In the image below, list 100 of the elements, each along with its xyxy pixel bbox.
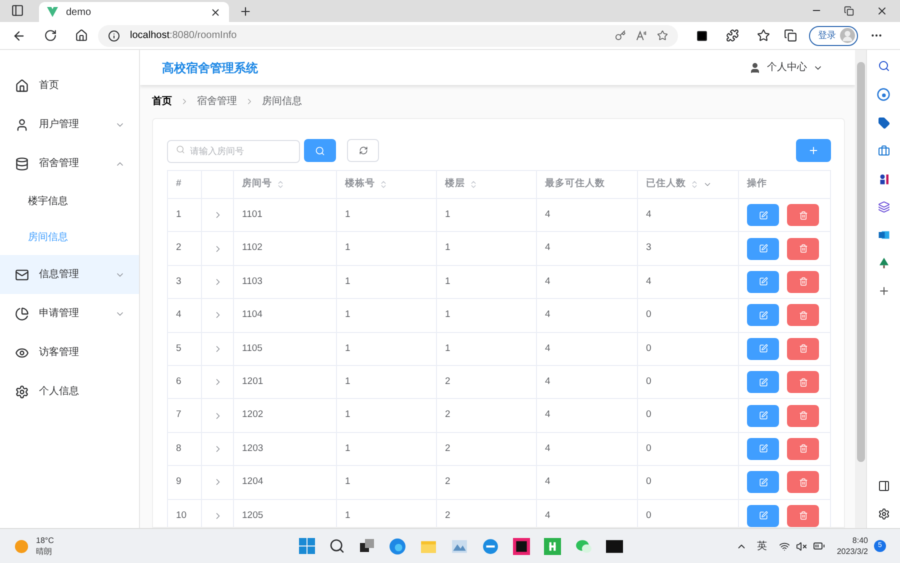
sidebar-item[interactable]: 个人信息 [0,372,139,411]
home-icon[interactable] [75,29,88,42]
reload-icon[interactable] [44,29,57,42]
reset-button[interactable] [347,139,379,162]
sidebar-item[interactable]: 用户管理 [0,105,139,144]
close-window-icon[interactable] [876,5,888,17]
search-field[interactable]: 请输入房间号 [167,140,300,163]
search-icon[interactable] [329,538,345,554]
sort-icon[interactable] [690,180,699,189]
sort-icon[interactable] [379,180,388,189]
extension-icon[interactable] [696,30,708,42]
edit-button[interactable] [747,304,779,326]
breadcrumb-item[interactable]: 首页 [152,94,172,109]
search-button[interactable] [304,139,336,162]
delete-button[interactable] [787,471,819,494]
settings-icon[interactable] [878,508,890,520]
favorites-icon[interactable] [757,29,770,42]
clock-time[interactable]: 8:40 [852,535,868,546]
breadcrumb-item[interactable]: 宿舍管理 [197,94,237,109]
sidebar-item[interactable]: 首页 [0,66,139,105]
sidebar-item[interactable]: 宿舍管理 [0,144,139,183]
search-icon[interactable] [878,60,890,72]
favorite-icon[interactable] [657,30,668,41]
search-icon [315,146,325,156]
start-icon[interactable] [299,538,315,554]
edit-button[interactable] [747,438,779,460]
chat-app-icon[interactable] [575,538,592,554]
delete-button[interactable] [787,238,819,260]
sidebar-item[interactable]: 信息管理 [0,255,139,294]
ie-app-icon[interactable] [482,538,499,554]
edit-button[interactable] [747,371,779,394]
delete-button[interactable] [787,371,819,394]
tree-icon[interactable] [878,257,890,269]
delete-button[interactable] [787,438,819,460]
sort-icon[interactable] [276,180,285,189]
sidebar-item[interactable]: 申请管理 [0,294,139,333]
breadcrumb-item[interactable]: 房间信息 [262,94,302,109]
layers-icon[interactable] [878,201,890,213]
login-button[interactable]: 登录 [809,26,858,46]
sidebar-toggle-icon[interactable] [11,4,24,17]
table-cell: 1 [445,308,450,322]
table-cell: 1104 [242,308,262,322]
edit-button[interactable] [747,204,779,226]
sidebar-item[interactable]: 访客管理 [0,333,139,372]
scrollbar[interactable] [855,50,866,528]
column-header: 楼层 [445,177,465,192]
puzzle-icon[interactable] [726,29,739,42]
edit-button[interactable] [747,404,779,427]
chess-icon[interactable] [878,173,890,185]
delete-button[interactable] [787,338,819,360]
edit-button[interactable] [747,471,779,494]
tag-icon[interactable] [878,117,890,129]
delete-button[interactable] [787,270,819,293]
read-aloud-icon[interactable] [636,30,647,41]
table-cell-text: 2 [445,442,450,456]
clock-date[interactable]: 2023/3/2 [836,546,868,557]
terminal-icon[interactable] [606,538,623,554]
table-cell: 4 [545,508,550,523]
browser-app-icon[interactable] [389,538,406,554]
delete-button[interactable] [787,404,819,427]
battery-icon[interactable] [812,540,825,552]
edit-button[interactable] [747,238,779,260]
address-field[interactable]: localhost:8080/roomInfo [98,24,678,46]
sidebar-subitem[interactable]: 楼宇信息 [0,183,139,219]
back-icon[interactable] [12,28,26,42]
panel-icon[interactable] [878,480,890,492]
collections-icon[interactable] [784,29,797,42]
task-view-icon[interactable] [359,538,375,554]
new-tab-icon[interactable] [239,5,252,18]
sort-icon[interactable] [469,180,478,189]
edit-button[interactable] [747,504,779,527]
browser-tab[interactable]: demo [39,2,229,22]
edit-button[interactable] [747,270,779,293]
delete-button[interactable] [787,504,819,527]
table-cell-text: 1 [345,274,350,289]
plus-icon[interactable] [878,285,890,297]
edit-icon [758,478,768,487]
briefcase-icon[interactable] [878,145,890,157]
image-app-icon[interactable] [451,538,468,554]
mail-app-icon[interactable] [878,229,890,241]
database-icon [15,156,29,170]
delete-button[interactable] [787,204,819,226]
edit-button[interactable] [747,338,779,360]
ime-indicator[interactable]: 英 [756,538,767,554]
user-menu[interactable]: 个人中心 [749,60,823,75]
table-cell: 1 [445,208,450,222]
chat-icon[interactable] [877,88,890,101]
delete-button[interactable] [787,304,819,326]
filter-icon[interactable] [703,180,712,189]
separator-icon [245,97,254,106]
ide-app-icon[interactable] [513,538,530,554]
mute-icon[interactable] [796,540,807,552]
key-icon[interactable] [615,30,626,41]
editor-app-icon[interactable] [544,538,561,554]
table-cell: 5 [176,342,182,356]
table-cell-text: 1 [445,241,450,256]
add-button[interactable] [796,139,831,162]
restore-icon[interactable] [844,6,854,16]
close-icon[interactable] [210,6,221,18]
wifi-icon[interactable] [778,540,790,552]
